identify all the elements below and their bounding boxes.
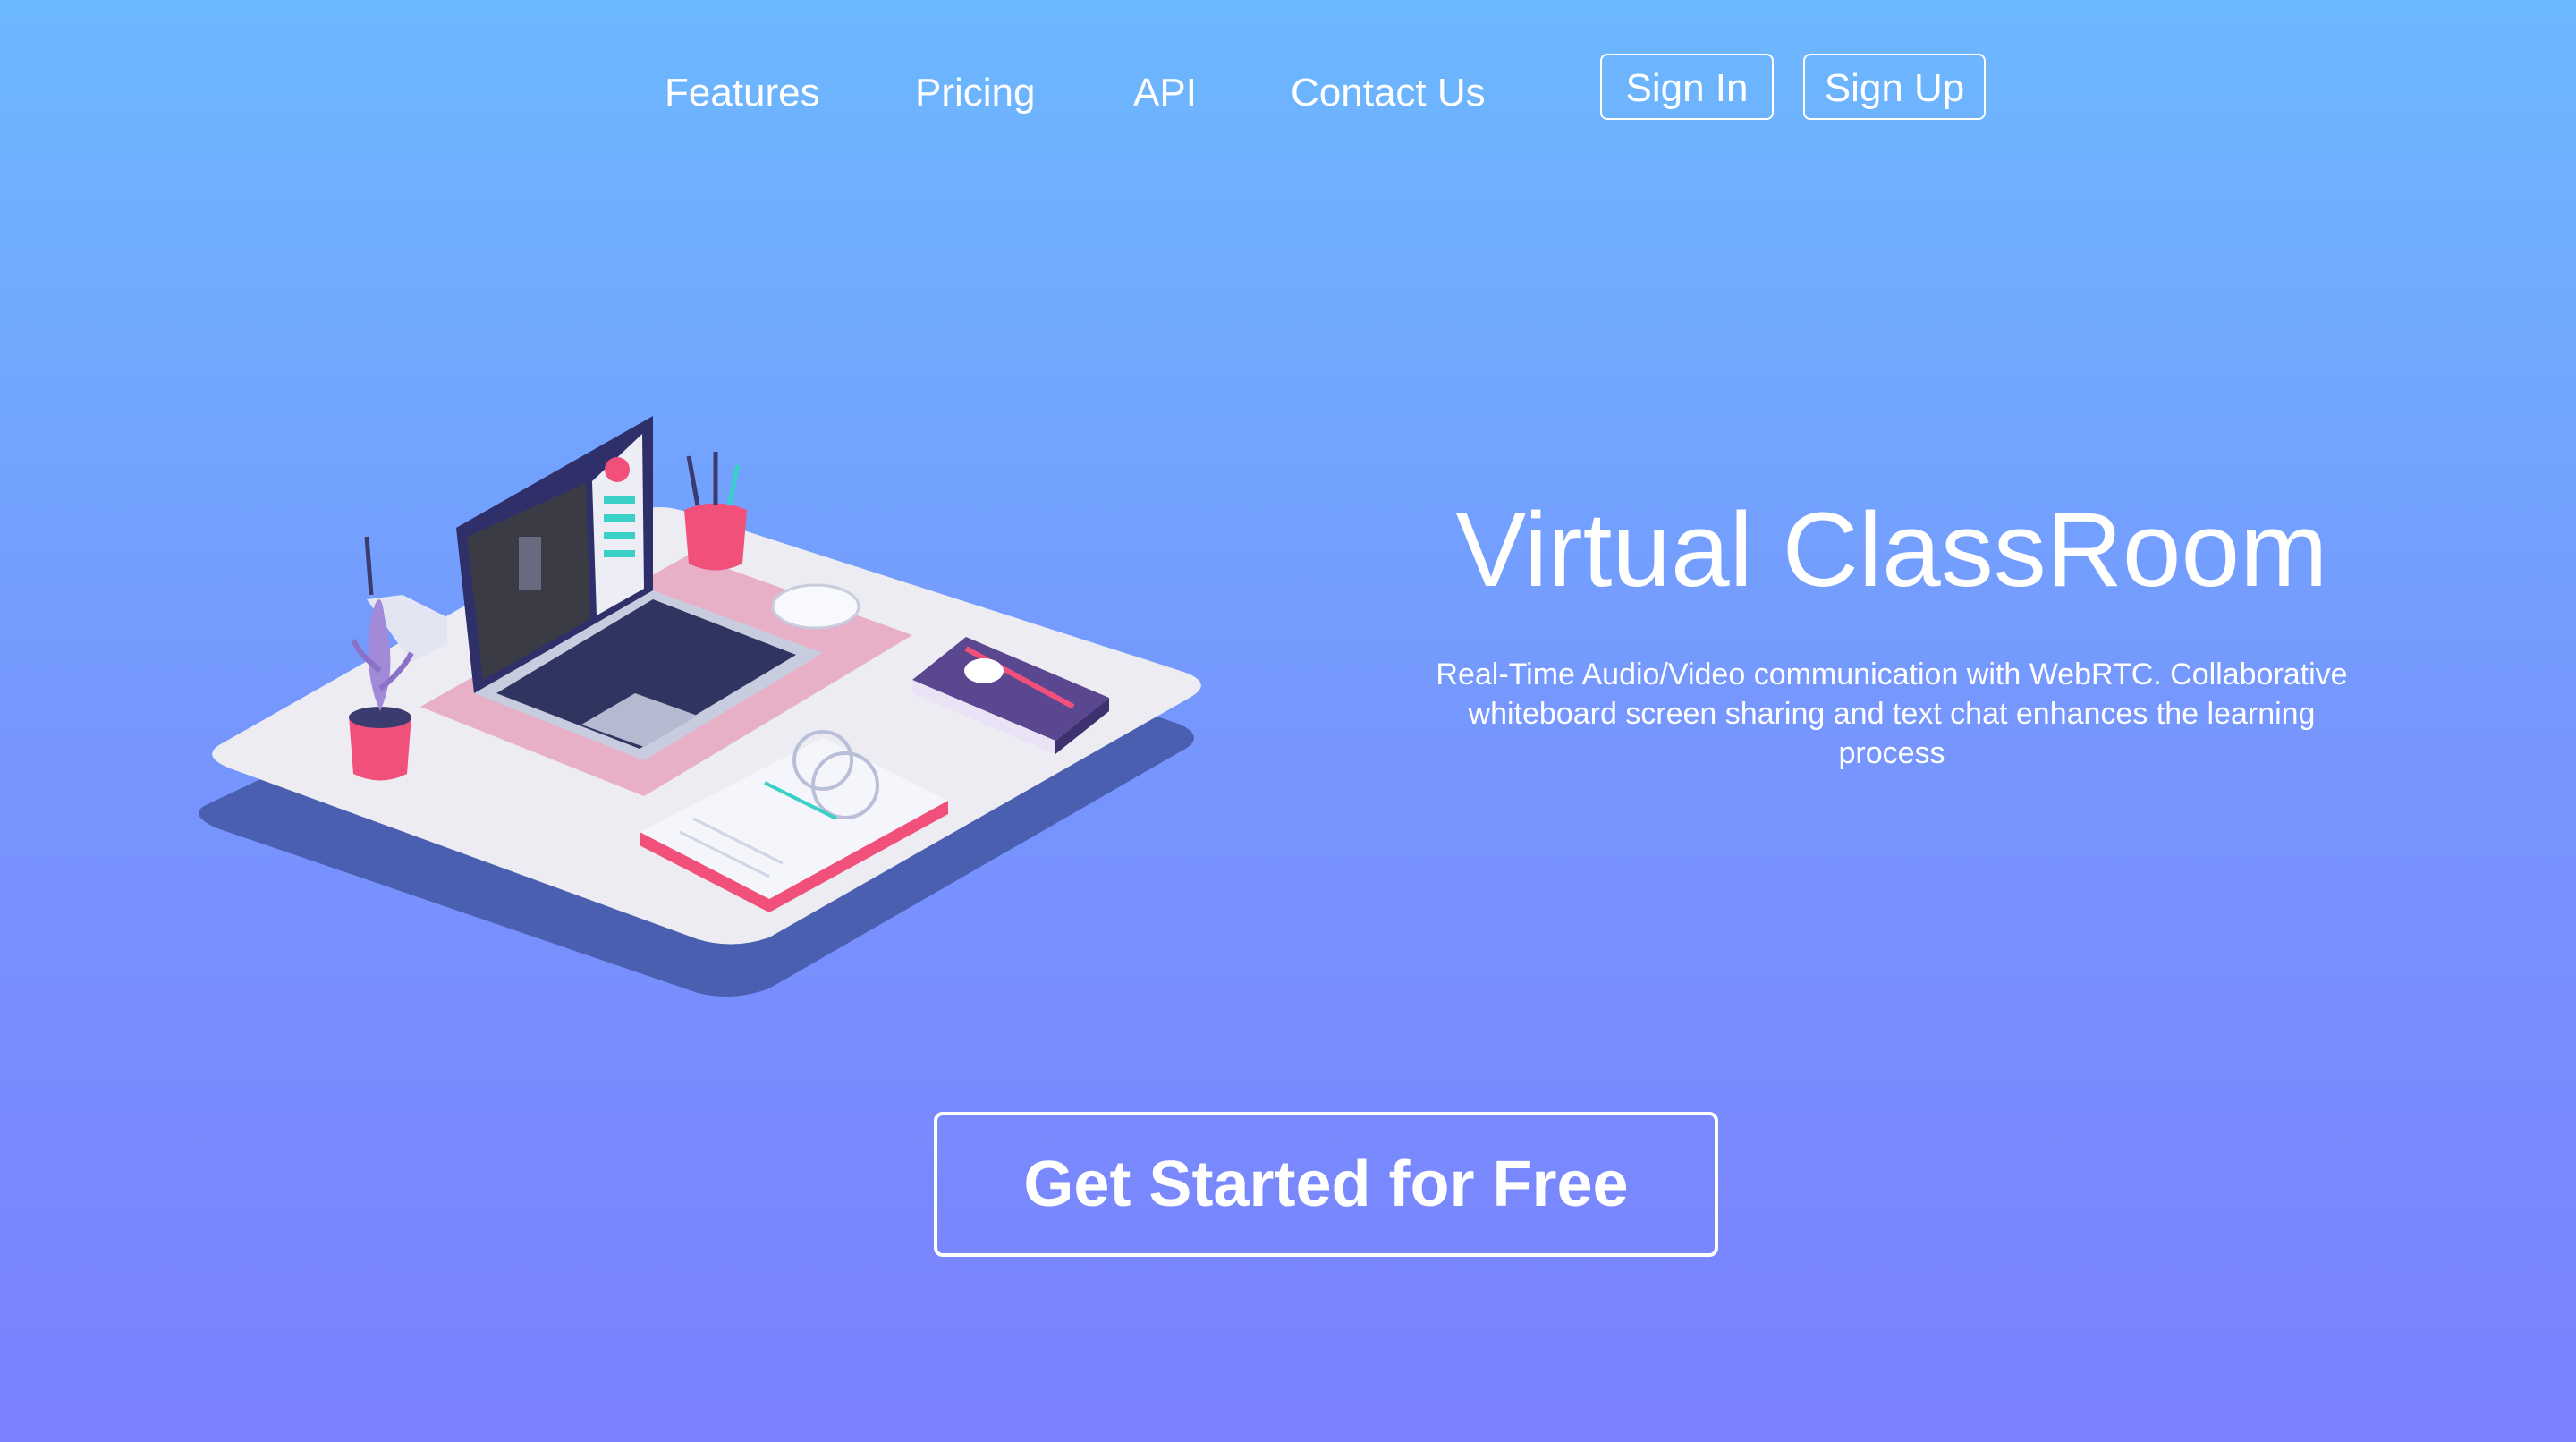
get-started-button[interactable]: Get Started for Free — [934, 1112, 1718, 1257]
nav-link-contact-us[interactable]: Contact Us — [1291, 66, 1486, 120]
pen-cup-icon — [684, 503, 747, 571]
hero-description: Real-Time Audio/Video communication with… — [1436, 657, 2348, 770]
hero-title: Virtual ClassRoom — [1455, 491, 2328, 609]
desk-illustration — [199, 416, 1201, 997]
nav-link-pricing[interactable]: Pricing — [915, 66, 1036, 120]
sign-in-button[interactable]: Sign In — [1600, 54, 1774, 120]
top-nav: Features Pricing API Contact Us Sign In … — [0, 0, 2576, 179]
sign-up-button[interactable]: Sign Up — [1803, 54, 1986, 120]
nav-link-api[interactable]: API — [1133, 66, 1197, 120]
nav-link-features[interactable]: Features — [665, 66, 820, 120]
mouse-icon — [771, 583, 860, 630]
